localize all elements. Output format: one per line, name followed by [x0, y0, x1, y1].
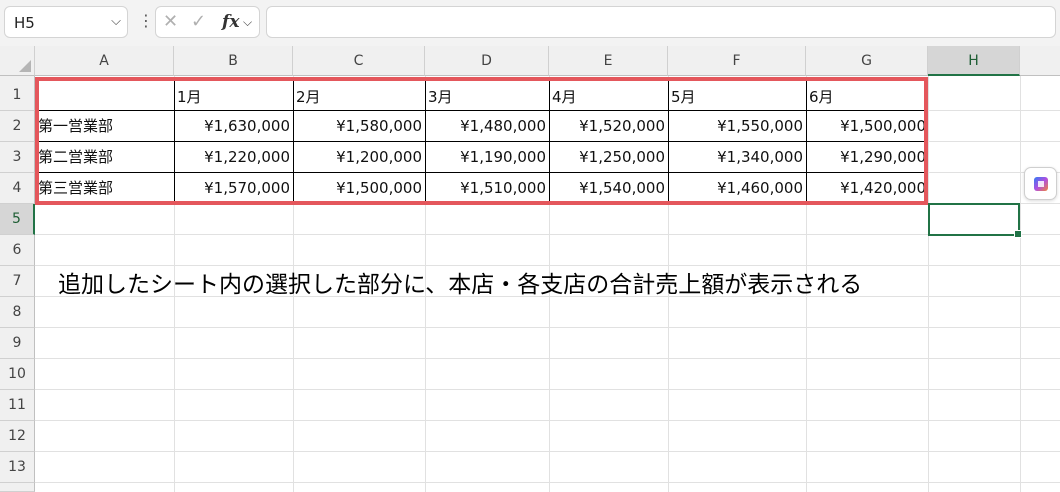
row-header-5[interactable]: 5 [0, 204, 35, 235]
row-header-12[interactable]: 12 [0, 421, 35, 452]
column-header-h[interactable]: H [928, 46, 1020, 76]
gridline [35, 358, 1060, 359]
select-all-button[interactable] [0, 46, 35, 76]
column-header-e[interactable]: E [549, 46, 668, 76]
formula-bar: H5 ⌵ ⋮ ✕ ✓ fx ⌵ [0, 0, 1060, 46]
column-header-d[interactable]: D [425, 46, 549, 76]
row-header-1[interactable]: 1 [0, 76, 35, 111]
gridline [1020, 76, 1021, 492]
chevron-down-icon[interactable]: ⌵ [111, 14, 121, 29]
row-header-8[interactable]: 8 [0, 297, 35, 328]
gridline [928, 76, 929, 492]
more-options-icon[interactable]: ⋮ [138, 10, 154, 32]
column-header-b[interactable]: B [174, 46, 293, 76]
annotation-text: 追加したシート内の選択した部分に、本店・各支店の合計売上額が表示される [58, 272, 863, 298]
copilot-icon [1034, 177, 1048, 191]
cancel-icon[interactable]: ✕ [163, 11, 178, 32]
fill-handle[interactable] [1014, 230, 1022, 238]
row-header-13[interactable]: 13 [0, 452, 35, 483]
row-header-3[interactable]: 3 [0, 142, 35, 173]
insert-function-button[interactable]: fx [222, 12, 239, 32]
row-header-4[interactable]: 4 [0, 173, 35, 204]
gridline [35, 420, 1060, 421]
active-cell-h5[interactable] [928, 203, 1022, 238]
name-box[interactable]: H5 ⌵ [4, 6, 128, 38]
gridline [35, 451, 1060, 452]
gridline [35, 234, 1060, 235]
gridline [35, 327, 1060, 328]
formula-buttons: ✕ ✓ fx ⌵ [155, 6, 260, 38]
row-header-9[interactable]: 9 [0, 328, 35, 359]
row-header-2[interactable]: 2 [0, 111, 35, 142]
row-header-7[interactable]: 7 [0, 266, 35, 297]
formula-input[interactable] [266, 6, 1056, 38]
enter-icon[interactable]: ✓ [191, 11, 206, 32]
copilot-button[interactable] [1024, 167, 1057, 200]
row-header-14[interactable] [0, 483, 35, 492]
row-header-6[interactable]: 6 [0, 235, 35, 266]
gridline [35, 482, 1060, 483]
column-header-c[interactable]: C [293, 46, 425, 76]
name-box-value: H5 [14, 14, 35, 32]
gridline [35, 389, 1060, 390]
column-header-i[interactable] [1020, 46, 1060, 76]
column-header-f[interactable]: F [668, 46, 806, 76]
column-header-g[interactable]: G [806, 46, 928, 76]
row-header-11[interactable]: 11 [0, 390, 35, 421]
row-header-10[interactable]: 10 [0, 359, 35, 390]
column-header-a[interactable]: A [35, 46, 174, 76]
highlight-frame [35, 77, 928, 205]
chevron-down-icon[interactable]: ⌵ [243, 15, 252, 30]
